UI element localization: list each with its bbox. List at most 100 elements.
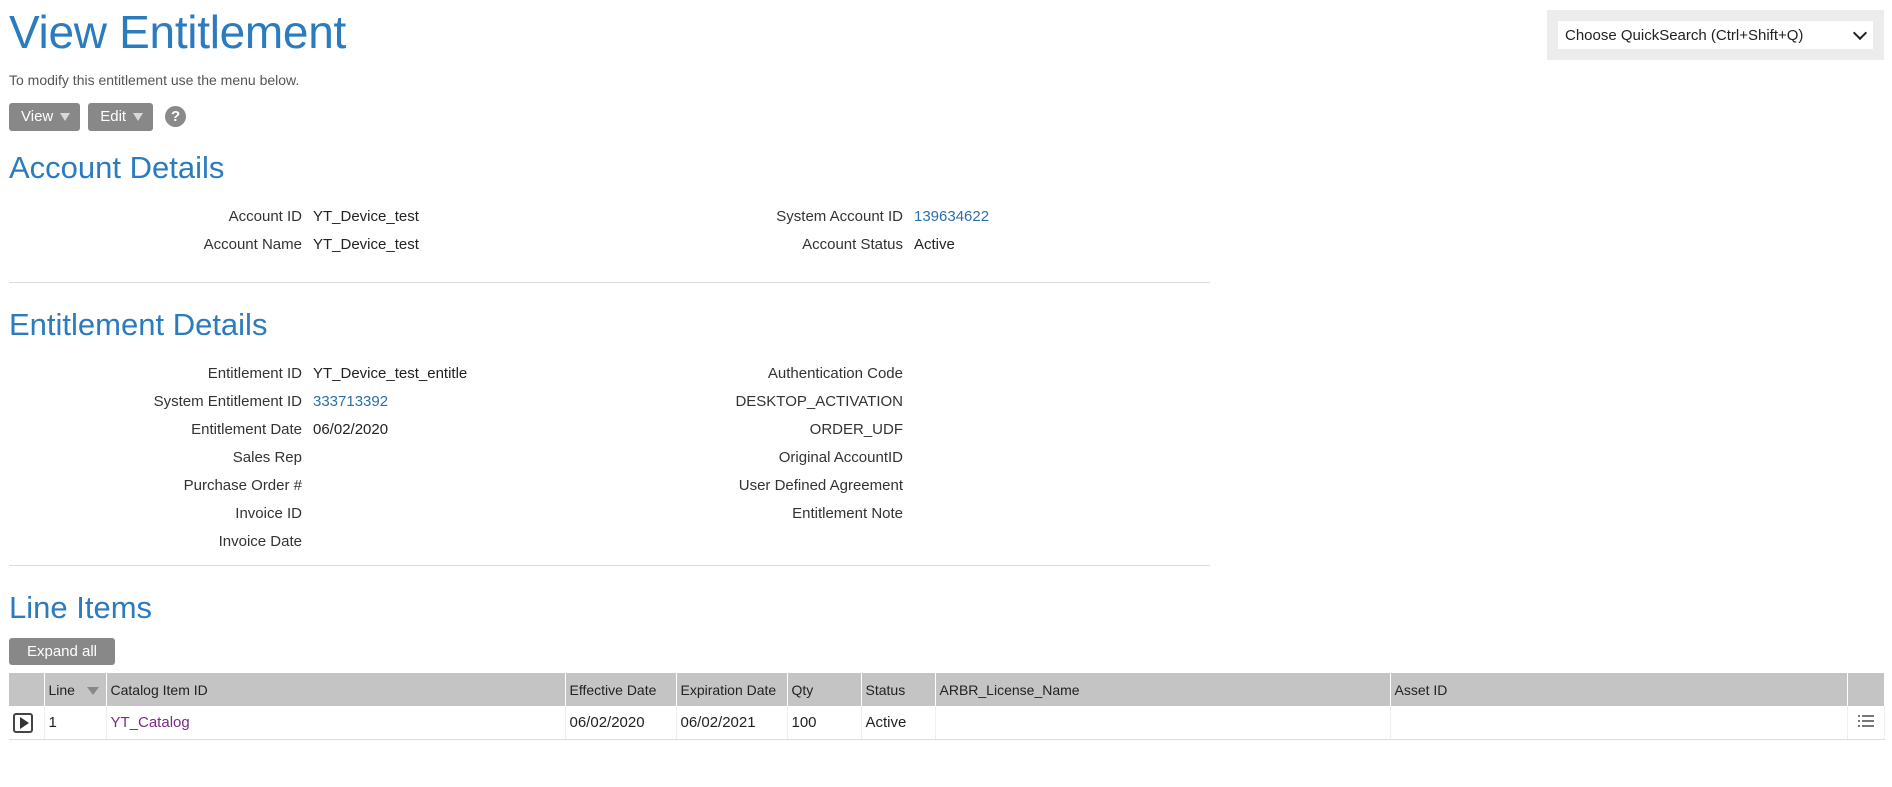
catalog-item-link[interactable]: YT_Catalog xyxy=(111,714,190,731)
detail-row: System Account ID 139634622 xyxy=(609,203,989,231)
account-details: Account ID YT_Device_test Account Name Y… xyxy=(9,203,1219,259)
page-subtitle: To modify this entitlement use the menu … xyxy=(9,72,300,88)
menu-column-header xyxy=(1847,673,1885,706)
row-menu-cell xyxy=(1847,706,1885,740)
catalog-item-cell: YT_Catalog xyxy=(106,706,566,740)
original-account-id-label: Original AccountID xyxy=(778,449,903,466)
entitlement-date-value: 06/02/2020 xyxy=(313,421,389,438)
purchase-order-label: Purchase Order # xyxy=(183,477,302,494)
detail-row: Account Status Active xyxy=(609,231,989,259)
column-header-status[interactable]: Status xyxy=(861,673,936,706)
arbr-license-name-cell xyxy=(935,706,1391,740)
detail-row: Invoice ID xyxy=(9,500,467,528)
detail-row: User Defined Agreement xyxy=(609,472,914,500)
column-header-expiration-date[interactable]: Expiration Date xyxy=(676,673,788,706)
account-name-value: YT_Device_test xyxy=(313,236,419,253)
detail-row: Entitlement ID YT_Device_test_entitle xyxy=(9,360,467,388)
account-status-label: Account Status xyxy=(802,236,903,253)
original-account-id-value xyxy=(903,444,914,472)
view-menu-button[interactable]: View xyxy=(9,102,81,131)
table-header-row: Line Catalog Item ID Effective Date Expi… xyxy=(9,673,1885,706)
detail-row: Sales Rep xyxy=(9,444,467,472)
chevron-down-icon xyxy=(1852,25,1868,40)
edit-menu-button[interactable]: Edit xyxy=(88,102,154,131)
table-row: 1 YT_Catalog 06/02/2020 06/02/2021 100 A… xyxy=(9,706,1885,740)
expand-row-cell xyxy=(9,706,45,740)
entitlement-date-label: Entitlement Date xyxy=(191,421,302,438)
desktop-activation-value xyxy=(903,388,914,416)
account-id-label: Account ID xyxy=(228,208,302,225)
order-udf-value xyxy=(903,416,914,444)
account-name-label: Account Name xyxy=(203,236,302,253)
section-divider xyxy=(9,282,1210,283)
edit-menu-label: Edit xyxy=(100,108,127,125)
detail-row: Account ID YT_Device_test xyxy=(9,203,419,231)
detail-row: ORDER_UDF xyxy=(609,416,914,444)
detail-row: Account Name YT_Device_test xyxy=(9,231,419,259)
expand-row-play-icon[interactable] xyxy=(13,712,33,733)
sort-caret-icon[interactable] xyxy=(86,686,99,695)
list-icon[interactable] xyxy=(1857,714,1874,732)
entitlement-note-value xyxy=(903,500,914,528)
expand-column-header xyxy=(9,673,45,706)
expiration-date-cell: 06/02/2021 xyxy=(676,706,788,740)
action-menu-bar: View Edit ? xyxy=(9,102,1883,131)
detail-row: Entitlement Date 06/02/2020 xyxy=(9,416,467,444)
detail-row: DESKTOP_ACTIVATION xyxy=(609,388,914,416)
entitlement-id-value: YT_Device_test_entitle xyxy=(313,365,468,382)
asset-id-cell xyxy=(1390,706,1848,740)
entitlement-note-label: Entitlement Note xyxy=(792,505,903,522)
column-header-label: Line xyxy=(48,681,75,698)
view-caret-icon xyxy=(60,112,71,121)
column-header-qty[interactable]: Qty xyxy=(787,673,862,706)
entitlement-details-right: Authentication Code DESKTOP_ACTIVATION O… xyxy=(609,360,914,528)
system-account-id-label: System Account ID xyxy=(776,208,903,225)
expand-all-button[interactable]: Expand all xyxy=(9,638,115,665)
line-items-table: Line Catalog Item ID Effective Date Expi… xyxy=(9,673,1885,740)
detail-row: Invoice Date xyxy=(9,528,467,556)
quicksearch-selected-value: Choose QuickSearch (Ctrl+Shift+Q) xyxy=(1565,26,1804,44)
order-udf-label: ORDER_UDF xyxy=(809,421,903,438)
account-details-right: System Account ID 139634622 Account Stat… xyxy=(609,203,989,259)
line-cell: 1 xyxy=(44,706,107,740)
quicksearch-panel: Choose QuickSearch (Ctrl+Shift+Q) xyxy=(1547,10,1884,60)
entitlement-details: Entitlement ID YT_Device_test_entitle Sy… xyxy=(9,360,1219,556)
qty-cell: 100 xyxy=(787,706,862,740)
authentication-code-value xyxy=(903,360,914,388)
detail-row: Entitlement Note xyxy=(609,500,914,528)
invoice-id-label: Invoice ID xyxy=(235,505,302,522)
detail-row: Purchase Order # xyxy=(9,472,467,500)
detail-row: Original AccountID xyxy=(609,444,914,472)
desktop-activation-label: DESKTOP_ACTIVATION xyxy=(735,393,903,410)
column-header-catalog-item-id[interactable]: Catalog Item ID xyxy=(106,673,566,706)
help-icon[interactable]: ? xyxy=(165,106,187,127)
sales-rep-label: Sales Rep xyxy=(232,449,302,466)
detail-row: Authentication Code xyxy=(609,360,914,388)
detail-row: System Entitlement ID 333713392 xyxy=(9,388,467,416)
edit-caret-icon xyxy=(133,112,144,121)
system-entitlement-id-label: System Entitlement ID xyxy=(153,393,302,410)
line-items-toolbar: Expand all xyxy=(9,638,1883,665)
sales-rep-value xyxy=(302,444,313,472)
system-account-id-link[interactable]: 139634622 xyxy=(903,203,989,231)
column-header-effective-date[interactable]: Effective Date xyxy=(565,673,677,706)
column-header-asset-id[interactable]: Asset ID xyxy=(1390,673,1848,706)
authentication-code-label: Authentication Code xyxy=(767,365,903,382)
column-header-arbr-license-name[interactable]: ARBR_License_Name xyxy=(935,673,1391,706)
view-menu-label: View xyxy=(21,108,54,125)
page: View Entitlement To modify this entitlem… xyxy=(0,0,1892,787)
account-id-value: YT_Device_test xyxy=(313,208,419,225)
section-divider xyxy=(9,565,1210,566)
account-status-value: Active xyxy=(914,236,955,253)
entitlement-id-label: Entitlement ID xyxy=(207,365,302,382)
purchase-order-value xyxy=(302,472,313,500)
status-cell: Active xyxy=(861,706,936,740)
invoice-date-label: Invoice Date xyxy=(218,533,302,550)
system-entitlement-id-link[interactable]: 333713392 xyxy=(302,388,388,416)
quicksearch-select[interactable]: Choose QuickSearch (Ctrl+Shift+Q) xyxy=(1557,20,1874,50)
entitlement-details-left: Entitlement ID YT_Device_test_entitle Sy… xyxy=(9,360,468,556)
effective-date-cell: 06/02/2020 xyxy=(565,706,677,740)
column-header-line[interactable]: Line xyxy=(44,673,107,706)
invoice-id-value xyxy=(302,500,313,528)
invoice-date-value xyxy=(302,528,313,556)
